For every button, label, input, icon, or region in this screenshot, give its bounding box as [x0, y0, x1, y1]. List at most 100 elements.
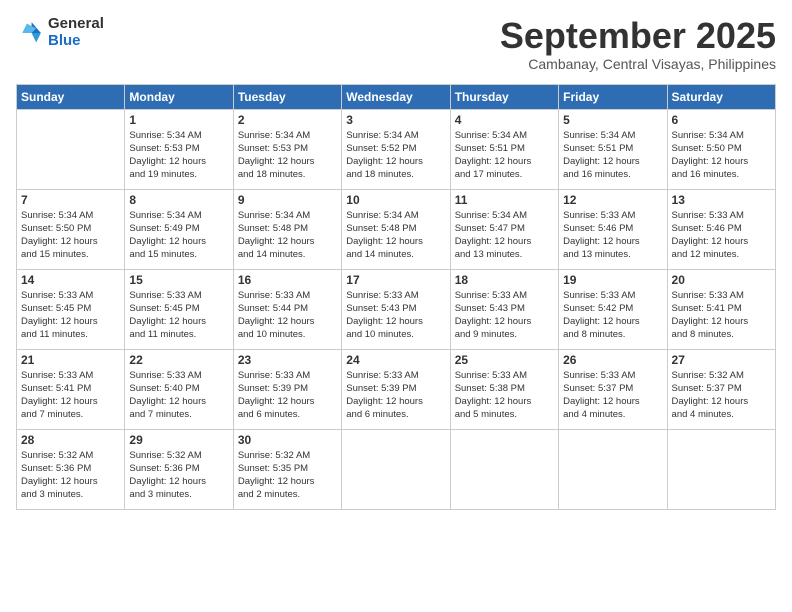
logo: General Blue	[16, 16, 104, 49]
day-info: Sunrise: 5:34 AM Sunset: 5:48 PM Dayligh…	[238, 209, 337, 262]
calendar-cell: 13 Sunrise: 5:33 AM Sunset: 5:46 PM Dayli…	[667, 189, 775, 269]
day-number: 8	[129, 193, 228, 207]
day-info: Sunrise: 5:33 AM Sunset: 5:44 PM Dayligh…	[238, 289, 337, 342]
calendar-cell: 21 Sunrise: 5:33 AM Sunset: 5:41 PM Dayli…	[17, 349, 125, 429]
day-info: Sunrise: 5:33 AM Sunset: 5:39 PM Dayligh…	[238, 369, 337, 422]
day-info: Sunrise: 5:34 AM Sunset: 5:48 PM Dayligh…	[346, 209, 445, 262]
calendar-cell: 24 Sunrise: 5:33 AM Sunset: 5:39 PM Dayli…	[342, 349, 450, 429]
calendar-table: SundayMondayTuesdayWednesdayThursdayFrid…	[16, 84, 776, 510]
calendar-cell: 27 Sunrise: 5:32 AM Sunset: 5:37 PM Dayli…	[667, 349, 775, 429]
day-number: 17	[346, 273, 445, 287]
day-number: 30	[238, 433, 337, 447]
header: General Blue September 2025 Cambanay, Ce…	[16, 16, 776, 72]
day-number: 23	[238, 353, 337, 367]
day-info: Sunrise: 5:34 AM Sunset: 5:50 PM Dayligh…	[21, 209, 120, 262]
day-number: 18	[455, 273, 554, 287]
calendar-cell: 2 Sunrise: 5:34 AM Sunset: 5:53 PM Daylig…	[233, 109, 341, 189]
calendar-cell: 11 Sunrise: 5:34 AM Sunset: 5:47 PM Dayli…	[450, 189, 558, 269]
day-info: Sunrise: 5:34 AM Sunset: 5:47 PM Dayligh…	[455, 209, 554, 262]
day-info: Sunrise: 5:33 AM Sunset: 5:41 PM Dayligh…	[672, 289, 771, 342]
calendar-cell: 29 Sunrise: 5:32 AM Sunset: 5:36 PM Dayli…	[125, 429, 233, 509]
calendar-cell	[559, 429, 667, 509]
weekday-header-row: SundayMondayTuesdayWednesdayThursdayFrid…	[17, 84, 776, 109]
weekday-header-tuesday: Tuesday	[233, 84, 341, 109]
calendar-cell	[450, 429, 558, 509]
day-number: 27	[672, 353, 771, 367]
title-area: September 2025 Cambanay, Central Visayas…	[500, 16, 776, 72]
day-number: 19	[563, 273, 662, 287]
day-info: Sunrise: 5:34 AM Sunset: 5:50 PM Dayligh…	[672, 129, 771, 182]
day-info: Sunrise: 5:34 AM Sunset: 5:51 PM Dayligh…	[563, 129, 662, 182]
week-row-1: 1 Sunrise: 5:34 AM Sunset: 5:53 PM Daylig…	[17, 109, 776, 189]
week-row-4: 21 Sunrise: 5:33 AM Sunset: 5:41 PM Dayli…	[17, 349, 776, 429]
day-info: Sunrise: 5:32 AM Sunset: 5:36 PM Dayligh…	[21, 449, 120, 502]
day-number: 4	[455, 113, 554, 127]
calendar-cell	[667, 429, 775, 509]
weekday-header-friday: Friday	[559, 84, 667, 109]
day-info: Sunrise: 5:34 AM Sunset: 5:51 PM Dayligh…	[455, 129, 554, 182]
day-info: Sunrise: 5:33 AM Sunset: 5:45 PM Dayligh…	[129, 289, 228, 342]
calendar-cell: 4 Sunrise: 5:34 AM Sunset: 5:51 PM Daylig…	[450, 109, 558, 189]
calendar-cell: 1 Sunrise: 5:34 AM Sunset: 5:53 PM Daylig…	[125, 109, 233, 189]
weekday-header-saturday: Saturday	[667, 84, 775, 109]
day-info: Sunrise: 5:34 AM Sunset: 5:53 PM Dayligh…	[238, 129, 337, 182]
day-info: Sunrise: 5:32 AM Sunset: 5:35 PM Dayligh…	[238, 449, 337, 502]
calendar-cell: 9 Sunrise: 5:34 AM Sunset: 5:48 PM Daylig…	[233, 189, 341, 269]
day-number: 10	[346, 193, 445, 207]
calendar-cell: 22 Sunrise: 5:33 AM Sunset: 5:40 PM Dayli…	[125, 349, 233, 429]
day-number: 22	[129, 353, 228, 367]
day-number: 12	[563, 193, 662, 207]
day-info: Sunrise: 5:33 AM Sunset: 5:45 PM Dayligh…	[21, 289, 120, 342]
weekday-header-monday: Monday	[125, 84, 233, 109]
calendar-cell: 28 Sunrise: 5:32 AM Sunset: 5:36 PM Dayli…	[17, 429, 125, 509]
day-number: 9	[238, 193, 337, 207]
day-info: Sunrise: 5:32 AM Sunset: 5:36 PM Dayligh…	[129, 449, 228, 502]
calendar-cell	[17, 109, 125, 189]
day-number: 2	[238, 113, 337, 127]
day-number: 11	[455, 193, 554, 207]
day-info: Sunrise: 5:33 AM Sunset: 5:39 PM Dayligh…	[346, 369, 445, 422]
day-number: 28	[21, 433, 120, 447]
week-row-5: 28 Sunrise: 5:32 AM Sunset: 5:36 PM Dayli…	[17, 429, 776, 509]
calendar-cell: 7Sunrise: 5:34 AM Sunset: 5:50 PM Daylig…	[17, 189, 125, 269]
day-info: Sunrise: 5:34 AM Sunset: 5:53 PM Dayligh…	[129, 129, 228, 182]
day-number: 1	[129, 113, 228, 127]
calendar-cell: 8 Sunrise: 5:34 AM Sunset: 5:49 PM Daylig…	[125, 189, 233, 269]
day-info: Sunrise: 5:33 AM Sunset: 5:46 PM Dayligh…	[563, 209, 662, 262]
day-info: Sunrise: 5:33 AM Sunset: 5:37 PM Dayligh…	[563, 369, 662, 422]
day-number: 3	[346, 113, 445, 127]
calendar-cell: 14 Sunrise: 5:33 AM Sunset: 5:45 PM Dayli…	[17, 269, 125, 349]
day-number: 25	[455, 353, 554, 367]
day-number: 20	[672, 273, 771, 287]
calendar-cell: 26Sunrise: 5:33 AM Sunset: 5:37 PM Dayli…	[559, 349, 667, 429]
calendar-cell: 19 Sunrise: 5:33 AM Sunset: 5:42 PM Dayli…	[559, 269, 667, 349]
calendar-cell: 20 Sunrise: 5:33 AM Sunset: 5:41 PM Dayli…	[667, 269, 775, 349]
day-number: 14	[21, 273, 120, 287]
day-info: Sunrise: 5:33 AM Sunset: 5:41 PM Dayligh…	[21, 369, 120, 422]
week-row-2: 7Sunrise: 5:34 AM Sunset: 5:50 PM Daylig…	[17, 189, 776, 269]
day-number: 29	[129, 433, 228, 447]
week-row-3: 14 Sunrise: 5:33 AM Sunset: 5:45 PM Dayli…	[17, 269, 776, 349]
day-info: Sunrise: 5:32 AM Sunset: 5:37 PM Dayligh…	[672, 369, 771, 422]
calendar-cell: 5Sunrise: 5:34 AM Sunset: 5:51 PM Daylig…	[559, 109, 667, 189]
day-info: Sunrise: 5:33 AM Sunset: 5:42 PM Dayligh…	[563, 289, 662, 342]
day-info: Sunrise: 5:34 AM Sunset: 5:49 PM Dayligh…	[129, 209, 228, 262]
logo-general-text: General	[48, 16, 104, 33]
day-number: 6	[672, 113, 771, 127]
calendar-cell: 10 Sunrise: 5:34 AM Sunset: 5:48 PM Dayli…	[342, 189, 450, 269]
calendar-cell: 25 Sunrise: 5:33 AM Sunset: 5:38 PM Dayli…	[450, 349, 558, 429]
calendar-cell: 30 Sunrise: 5:32 AM Sunset: 5:35 PM Dayli…	[233, 429, 341, 509]
day-number: 24	[346, 353, 445, 367]
day-info: Sunrise: 5:33 AM Sunset: 5:43 PM Dayligh…	[455, 289, 554, 342]
day-number: 15	[129, 273, 228, 287]
logo-blue-text: Blue	[48, 33, 104, 50]
day-info: Sunrise: 5:33 AM Sunset: 5:46 PM Dayligh…	[672, 209, 771, 262]
day-info: Sunrise: 5:33 AM Sunset: 5:38 PM Dayligh…	[455, 369, 554, 422]
day-number: 13	[672, 193, 771, 207]
calendar-cell: 18 Sunrise: 5:33 AM Sunset: 5:43 PM Dayli…	[450, 269, 558, 349]
day-number: 21	[21, 353, 120, 367]
calendar-cell: 3Sunrise: 5:34 AM Sunset: 5:52 PM Daylig…	[342, 109, 450, 189]
day-info: Sunrise: 5:33 AM Sunset: 5:40 PM Dayligh…	[129, 369, 228, 422]
day-number: 16	[238, 273, 337, 287]
location-subtitle: Cambanay, Central Visayas, Philippines	[500, 56, 776, 72]
